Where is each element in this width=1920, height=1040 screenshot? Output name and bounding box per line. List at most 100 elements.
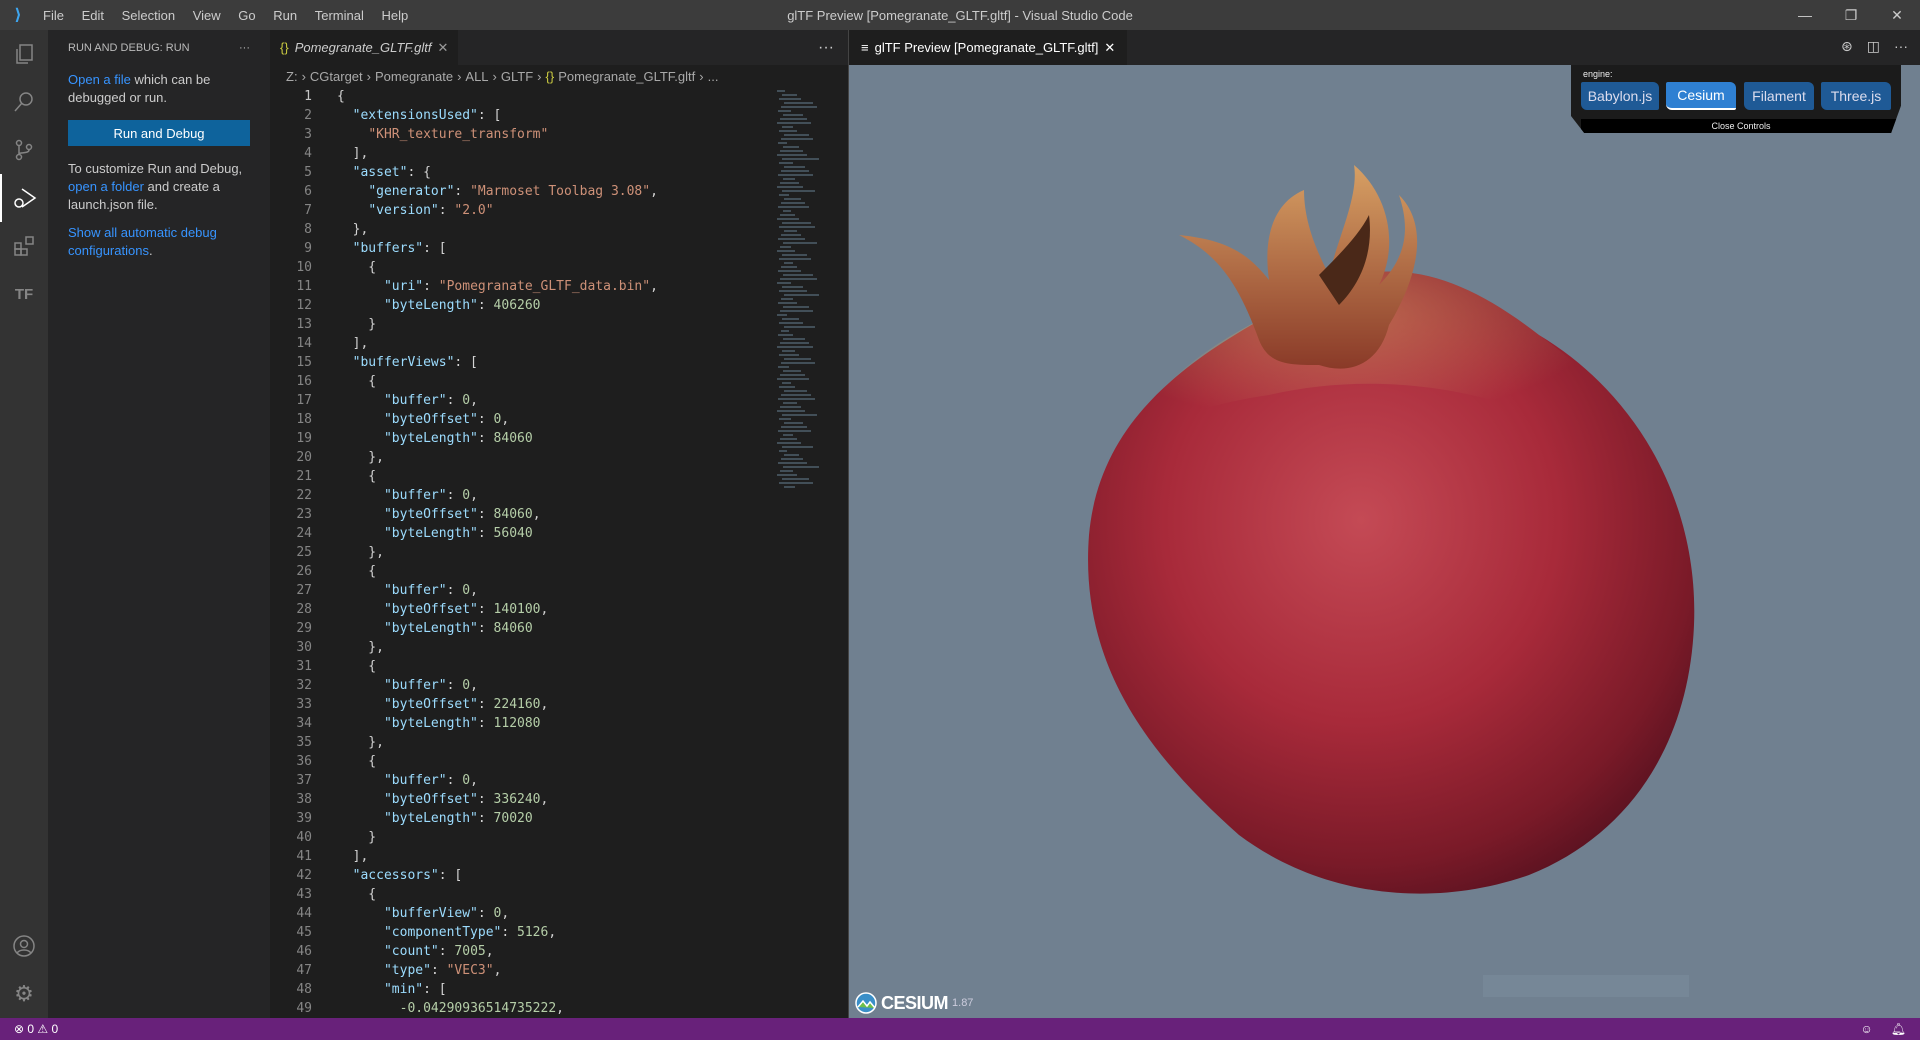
code-line[interactable]: 14 ], bbox=[270, 334, 848, 353]
breadcrumb-item[interactable]: ALL bbox=[465, 69, 488, 84]
menu-go[interactable]: Go bbox=[231, 8, 262, 23]
more-actions-icon[interactable]: ··· bbox=[1894, 38, 1908, 55]
code-line[interactable]: 45 "componentType": 5126, bbox=[270, 923, 848, 942]
code-line[interactable]: 3 "KHR_texture_transform" bbox=[270, 125, 848, 144]
code-line[interactable]: 33 "byteOffset": 224160, bbox=[270, 695, 848, 714]
code-line[interactable]: 26 { bbox=[270, 562, 848, 581]
code-line[interactable]: 23 "byteOffset": 84060, bbox=[270, 505, 848, 524]
code-line[interactable]: 48 "min": [ bbox=[270, 980, 848, 999]
open-file-link[interactable]: Open a file bbox=[68, 72, 131, 87]
cesium-credit[interactable]: CESIUM 1.87 bbox=[855, 992, 973, 1014]
code-line[interactable]: 5 "asset": { bbox=[270, 163, 848, 182]
code-line[interactable]: 39 "byteLength": 70020 bbox=[270, 809, 848, 828]
terraform-icon[interactable]: TF bbox=[0, 270, 48, 318]
code-line[interactable]: 41 ], bbox=[270, 847, 848, 866]
tab-gltf-preview[interactable]: ≡ glTF Preview [Pomegranate_GLTF.gltf] ✕ bbox=[849, 30, 1128, 65]
menu-terminal[interactable]: Terminal bbox=[308, 8, 371, 23]
engine-babylonjs-button[interactable]: Babylon.js bbox=[1581, 82, 1659, 110]
code-line[interactable]: 4 ], bbox=[270, 144, 848, 163]
code-line[interactable]: 28 "byteOffset": 140100, bbox=[270, 600, 848, 619]
code-line[interactable]: 1{ bbox=[270, 87, 848, 106]
code-line[interactable]: 25 }, bbox=[270, 543, 848, 562]
code-line[interactable]: 49 -0.04290936514735222, bbox=[270, 999, 848, 1018]
breadcrumb-item[interactable]: Z: bbox=[286, 69, 298, 84]
minimap[interactable] bbox=[775, 88, 835, 508]
engine-cesium-button[interactable]: Cesium bbox=[1666, 82, 1736, 110]
close-tab-icon[interactable]: ✕ bbox=[438, 40, 449, 56]
code-line[interactable]: 13 } bbox=[270, 315, 848, 334]
code-line[interactable]: 34 "byteLength": 112080 bbox=[270, 714, 848, 733]
code-lines[interactable]: 1{2 "extensionsUsed": [3 "KHR_texture_tr… bbox=[270, 87, 848, 1018]
code-line[interactable]: 20 }, bbox=[270, 448, 848, 467]
restore-icon[interactable]: ❐ bbox=[1828, 0, 1874, 30]
breadcrumb-item[interactable]: ... bbox=[708, 69, 719, 84]
breadcrumb-item[interactable]: CGtarget bbox=[310, 69, 363, 84]
run-and-debug-button[interactable]: Run and Debug bbox=[68, 120, 250, 146]
notifications-bell-icon[interactable]: 🔔︎ bbox=[1891, 1022, 1906, 1036]
code-line[interactable]: 43 { bbox=[270, 885, 848, 904]
code-line[interactable]: 36 { bbox=[270, 752, 848, 771]
debug-globe-icon[interactable]: ⊛ bbox=[1841, 38, 1853, 55]
code-line[interactable]: 16 { bbox=[270, 372, 848, 391]
breadcrumb-item[interactable]: Pomegranate bbox=[375, 69, 453, 84]
tab-pomegranate-gltf[interactable]: {} Pomegranate_GLTF.gltf ✕ bbox=[270, 30, 459, 65]
code-line[interactable]: 6 "generator": "Marmoset Toolbag 3.08", bbox=[270, 182, 848, 201]
feedback-icon[interactable]: ☺ bbox=[1861, 1022, 1873, 1036]
code-line[interactable]: 42 "accessors": [ bbox=[270, 866, 848, 885]
code-line[interactable]: 40 } bbox=[270, 828, 848, 847]
search-icon[interactable] bbox=[0, 78, 48, 126]
account-icon[interactable] bbox=[0, 922, 48, 970]
code-line[interactable]: 27 "buffer": 0, bbox=[270, 581, 848, 600]
code-line[interactable]: 30 }, bbox=[270, 638, 848, 657]
split-editor-icon[interactable]: ◫ bbox=[1867, 38, 1880, 55]
sidebar-more-icon[interactable]: ··· bbox=[239, 42, 250, 54]
menu-view[interactable]: View bbox=[186, 8, 228, 23]
engine-threejs-button[interactable]: Three.js bbox=[1821, 82, 1891, 110]
code-line[interactable]: 21 { bbox=[270, 467, 848, 486]
problems-indicator[interactable]: ⊗ 0 ⚠ 0 bbox=[14, 1022, 58, 1036]
show-all-debug-configs-link[interactable]: Show all automatic debug configurations bbox=[68, 225, 217, 258]
extensions-icon[interactable] bbox=[0, 222, 48, 270]
breadcrumb-item[interactable]: Pomegranate_GLTF.gltf bbox=[558, 69, 695, 84]
code-line[interactable]: 24 "byteLength": 56040 bbox=[270, 524, 848, 543]
source-control-icon[interactable] bbox=[0, 126, 48, 174]
menu-selection[interactable]: Selection bbox=[115, 8, 182, 23]
code-line[interactable]: 10 { bbox=[270, 258, 848, 277]
breadcrumb-item[interactable]: GLTF bbox=[501, 69, 533, 84]
animation-widget[interactable] bbox=[1483, 975, 1689, 997]
code-line[interactable]: 31 { bbox=[270, 657, 848, 676]
code-line[interactable]: 35 }, bbox=[270, 733, 848, 752]
code-line[interactable]: 15 "bufferViews": [ bbox=[270, 353, 848, 372]
code-line[interactable]: 2 "extensionsUsed": [ bbox=[270, 106, 848, 125]
code-line[interactable]: 32 "buffer": 0, bbox=[270, 676, 848, 695]
code-line[interactable]: 47 "type": "VEC3", bbox=[270, 961, 848, 980]
code-line[interactable]: 11 "uri": "Pomegranate_GLTF_data.bin", bbox=[270, 277, 848, 296]
code-line[interactable]: 38 "byteOffset": 336240, bbox=[270, 790, 848, 809]
menu-run[interactable]: Run bbox=[266, 8, 304, 23]
editor-more-icon[interactable]: ··· bbox=[818, 39, 834, 57]
code-line[interactable]: 29 "byteLength": 84060 bbox=[270, 619, 848, 638]
settings-gear-icon[interactable]: ⚙ bbox=[0, 970, 48, 1018]
code-line[interactable]: 22 "buffer": 0, bbox=[270, 486, 848, 505]
run-debug-icon[interactable] bbox=[0, 174, 48, 222]
3d-viewport[interactable]: engine: Babylon.js Cesium Filament Three… bbox=[849, 65, 1920, 1018]
minimize-icon[interactable]: — bbox=[1782, 0, 1828, 30]
menu-help[interactable]: Help bbox=[375, 8, 416, 23]
close-tab-icon[interactable]: ✕ bbox=[1104, 40, 1115, 56]
code-line[interactable]: 12 "byteLength": 406260 bbox=[270, 296, 848, 315]
explorer-icon[interactable] bbox=[0, 30, 48, 78]
code-line[interactable]: 37 "buffer": 0, bbox=[270, 771, 848, 790]
code-line[interactable]: 19 "byteLength": 84060 bbox=[270, 429, 848, 448]
code-line[interactable]: 44 "bufferView": 0, bbox=[270, 904, 848, 923]
code-line[interactable]: 46 "count": 7005, bbox=[270, 942, 848, 961]
open-folder-link[interactable]: open a folder bbox=[68, 179, 144, 194]
engine-filament-button[interactable]: Filament bbox=[1744, 82, 1814, 110]
code-line[interactable]: 17 "buffer": 0, bbox=[270, 391, 848, 410]
code-line[interactable]: 9 "buffers": [ bbox=[270, 239, 848, 258]
menu-file[interactable]: File bbox=[36, 8, 71, 23]
code-line[interactable]: 18 "byteOffset": 0, bbox=[270, 410, 848, 429]
code-line[interactable]: 7 "version": "2.0" bbox=[270, 201, 848, 220]
code-line[interactable]: 8 }, bbox=[270, 220, 848, 239]
close-controls-button[interactable]: Close Controls bbox=[1581, 119, 1901, 133]
close-window-icon[interactable]: ✕ bbox=[1874, 0, 1920, 30]
